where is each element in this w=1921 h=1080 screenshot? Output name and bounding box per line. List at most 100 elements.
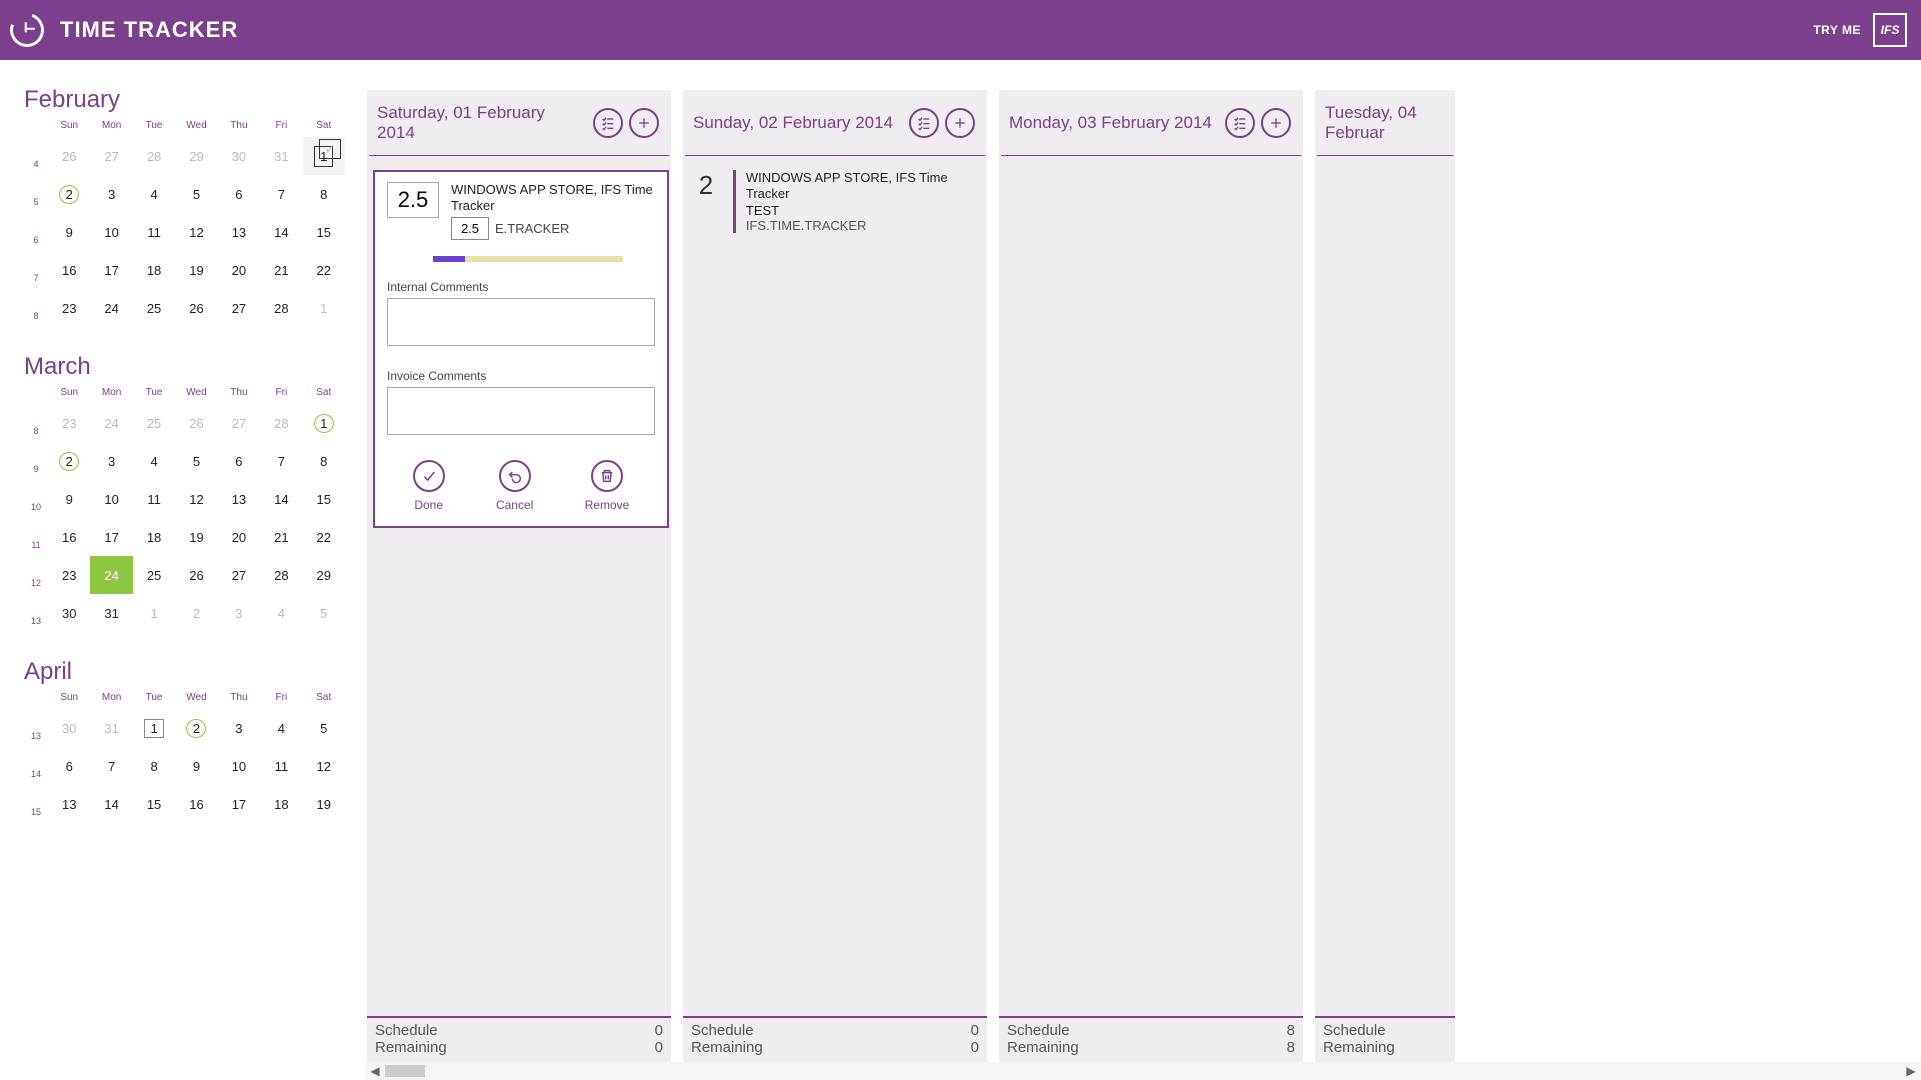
calendar-day[interactable]: 1 bbox=[133, 709, 175, 747]
calendar-day[interactable]: 10 bbox=[90, 213, 132, 251]
calendar-day[interactable]: 14 bbox=[260, 480, 302, 518]
calendar-day[interactable]: 23 bbox=[48, 404, 90, 442]
calendar-day[interactable]: 7 bbox=[260, 175, 302, 213]
calendar-day[interactable]: 12 bbox=[175, 213, 217, 251]
calendar-day[interactable]: 19 bbox=[303, 785, 345, 823]
calendar-day[interactable]: 24 bbox=[90, 404, 132, 442]
calendar-day[interactable]: 5 bbox=[303, 594, 345, 632]
calendar-day[interactable]: 11 bbox=[260, 747, 302, 785]
calendar-day[interactable]: 18 bbox=[133, 518, 175, 556]
calendar-day[interactable]: 9 bbox=[48, 213, 90, 251]
calendar-day[interactable]: 27 bbox=[90, 137, 132, 175]
calendar-day[interactable]: 1 bbox=[133, 594, 175, 632]
calendar-day[interactable]: 16 bbox=[48, 251, 90, 289]
calendar-day[interactable]: 16 bbox=[175, 785, 217, 823]
calendar-day[interactable]: 4 bbox=[133, 175, 175, 213]
calendar-day[interactable]: 22 bbox=[303, 251, 345, 289]
calendar-day[interactable]: 30 bbox=[218, 137, 260, 175]
hours-slider[interactable] bbox=[433, 256, 623, 262]
calendar-day[interactable]: 11 bbox=[133, 480, 175, 518]
calendar-day[interactable]: 3 bbox=[90, 442, 132, 480]
calendar-day[interactable]: 21 bbox=[260, 518, 302, 556]
calendar-day[interactable]: 6 bbox=[218, 175, 260, 213]
calendar-day[interactable]: 2 bbox=[175, 594, 217, 632]
done-button[interactable]: Done bbox=[413, 460, 445, 512]
calendar-day[interactable]: 26 bbox=[175, 404, 217, 442]
calendar-day[interactable]: 16 bbox=[48, 518, 90, 556]
calendar-day[interactable]: 3 bbox=[90, 175, 132, 213]
calendar-day[interactable]: 4 bbox=[260, 594, 302, 632]
calendar-day[interactable]: 27 bbox=[218, 289, 260, 327]
calendar-day[interactable]: 17 bbox=[90, 251, 132, 289]
tasks-button[interactable] bbox=[593, 108, 623, 138]
add-button[interactable] bbox=[945, 108, 975, 138]
calendar-day[interactable]: 24 bbox=[90, 289, 132, 327]
calendar-day[interactable]: 26 bbox=[175, 289, 217, 327]
calendar-day[interactable]: 18 bbox=[133, 251, 175, 289]
internal-comments-input[interactable] bbox=[387, 298, 655, 346]
calendar-day[interactable]: 2 bbox=[48, 175, 90, 213]
calendar-day[interactable]: 3 bbox=[218, 709, 260, 747]
calendar-day[interactable]: 31 bbox=[260, 137, 302, 175]
calendar-day[interactable]: 19 bbox=[175, 251, 217, 289]
time-entry[interactable]: 2WINDOWS APP STORE, IFS Time TrackerTEST… bbox=[689, 170, 981, 233]
tasks-button[interactable] bbox=[1225, 108, 1255, 138]
ifs-logo-icon[interactable]: IFS bbox=[1873, 13, 1907, 47]
calendar-day[interactable]: 31 bbox=[90, 709, 132, 747]
calendar-day[interactable]: 28 bbox=[260, 289, 302, 327]
calendar-day[interactable]: 3 bbox=[218, 594, 260, 632]
calendar-day[interactable]: 19 bbox=[175, 518, 217, 556]
calendar-day[interactable]: 8 bbox=[133, 747, 175, 785]
calendar-day[interactable]: 13 bbox=[48, 785, 90, 823]
calendar-day[interactable]: 4 bbox=[133, 442, 175, 480]
calendar-day[interactable]: 14 bbox=[90, 785, 132, 823]
calendar-day[interactable]: 29 bbox=[175, 137, 217, 175]
calendar-day[interactable]: 9 bbox=[175, 747, 217, 785]
calendar-day[interactable]: 17 bbox=[218, 785, 260, 823]
calendar-day[interactable]: 8 bbox=[303, 442, 345, 480]
scroll-thumb[interactable] bbox=[385, 1065, 425, 1077]
calendar-day[interactable]: 2 bbox=[175, 709, 217, 747]
calendar-day[interactable]: 5 bbox=[175, 175, 217, 213]
scroll-right-arrow-icon[interactable]: ▶ bbox=[1901, 1064, 1921, 1078]
calendar-day[interactable]: 17 bbox=[90, 518, 132, 556]
calendar-day[interactable]: 1 bbox=[303, 404, 345, 442]
invoice-comments-input[interactable] bbox=[387, 387, 655, 435]
calendar-day[interactable]: 31 bbox=[90, 594, 132, 632]
add-button[interactable] bbox=[1261, 108, 1291, 138]
calendar-day[interactable]: 2 bbox=[48, 442, 90, 480]
hours-input[interactable]: 2.5 bbox=[387, 182, 439, 218]
scroll-track[interactable] bbox=[385, 1065, 1901, 1077]
calendar-day[interactable]: 25 bbox=[133, 289, 175, 327]
add-button[interactable] bbox=[629, 108, 659, 138]
calendar-day[interactable]: 30 bbox=[48, 709, 90, 747]
calendar-day[interactable]: 6 bbox=[48, 747, 90, 785]
calendar-day[interactable]: 26 bbox=[175, 556, 217, 594]
calendar-day[interactable]: 18 bbox=[260, 785, 302, 823]
cancel-button[interactable]: Cancel bbox=[496, 460, 533, 512]
calendar-day[interactable]: 5 bbox=[303, 709, 345, 747]
calendar-day[interactable]: 11 bbox=[133, 213, 175, 251]
calendar-day[interactable]: 21 bbox=[260, 251, 302, 289]
sub-hours-input[interactable]: 2.5 bbox=[451, 217, 489, 240]
try-me-link[interactable]: TRY ME bbox=[1813, 23, 1861, 37]
calendar-day[interactable]: 28 bbox=[260, 404, 302, 442]
calendar-day[interactable]: 15 bbox=[133, 785, 175, 823]
calendar-day[interactable]: 10 bbox=[90, 480, 132, 518]
horizontal-scrollbar[interactable]: ◀ ▶ bbox=[365, 1062, 1921, 1080]
calendar-day[interactable]: 1✓ bbox=[303, 137, 345, 175]
calendar-day[interactable]: 10 bbox=[218, 747, 260, 785]
calendar-day[interactable]: 12 bbox=[303, 747, 345, 785]
calendar-day[interactable]: 28 bbox=[260, 556, 302, 594]
calendar-day[interactable]: 7 bbox=[260, 442, 302, 480]
calendar-day[interactable]: 15 bbox=[303, 213, 345, 251]
calendar-day[interactable]: 25 bbox=[133, 404, 175, 442]
calendar-day[interactable]: 25 bbox=[133, 556, 175, 594]
scroll-left-arrow-icon[interactable]: ◀ bbox=[365, 1064, 385, 1078]
calendar-day[interactable]: 5 bbox=[175, 442, 217, 480]
calendar-day[interactable]: 13 bbox=[218, 213, 260, 251]
calendar-day[interactable]: 13 bbox=[218, 480, 260, 518]
calendar-day[interactable]: 4 bbox=[260, 709, 302, 747]
calendar-day[interactable]: 27 bbox=[218, 556, 260, 594]
calendar-day[interactable]: 23 bbox=[48, 289, 90, 327]
